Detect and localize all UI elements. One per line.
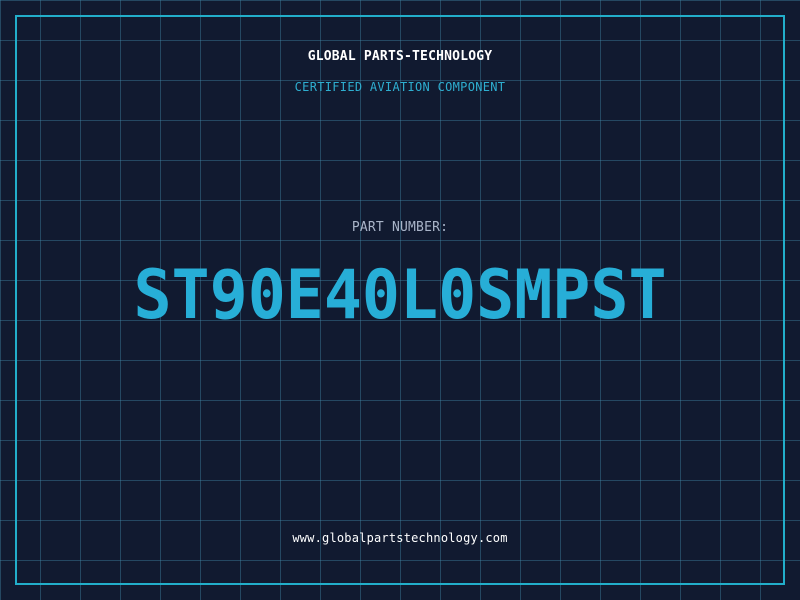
- website-url: www.globalpartstechnology.com: [292, 531, 508, 545]
- company-name: GLOBAL PARTS-TECHNOLOGY: [307, 49, 493, 64]
- part-number-value: ST90E40L0SMPST: [133, 256, 667, 335]
- certification-tagline: CERTIFIED AVIATION COMPONENT: [294, 80, 506, 94]
- part-number-label: PART NUMBER:: [351, 220, 449, 235]
